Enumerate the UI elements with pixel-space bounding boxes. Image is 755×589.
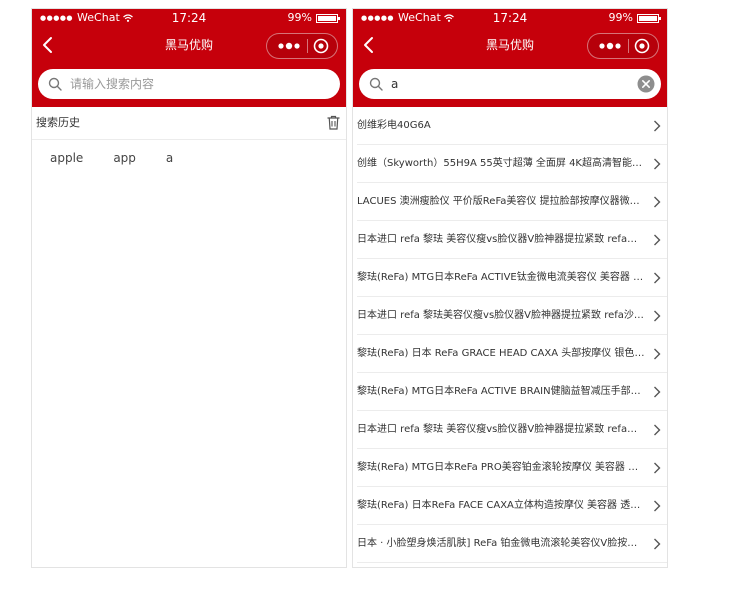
suggestion-item[interactable]: 日本进口 refa 黎珐 美容仪瘦vs脸仪器V脸神器提拉紧致 refa沙龙款 — [357, 221, 667, 259]
chevron-right-icon — [654, 424, 661, 436]
suggestion-text: 创维彩电40G6A — [357, 120, 431, 131]
battery-cap — [338, 16, 340, 20]
status-bar: ●●●●● WeChat 17:24 99% — [353, 9, 667, 27]
chevron-right-icon — [654, 120, 661, 132]
chevron-right-icon — [654, 196, 661, 208]
back-icon[interactable] — [38, 35, 58, 55]
back-icon[interactable] — [359, 35, 379, 55]
search-icon — [48, 77, 62, 91]
more-icon[interactable] — [277, 41, 301, 51]
battery-cap — [659, 16, 661, 20]
suggestion-item[interactable]: 创维（Skyworth）55H9A 55英寸超薄 全面屏 4K超高清智能电视 手… — [357, 145, 667, 183]
chevron-right-icon — [654, 310, 661, 322]
nav-bar: 黑马优购 — [32, 27, 346, 63]
search-box — [359, 69, 661, 99]
history-title: 搜索历史 — [36, 116, 80, 129]
suggestion-text: 创维（Skyworth）55H9A 55英寸超薄 全面屏 4K超高清智能电视 手… — [357, 158, 647, 169]
battery-label: 99% — [608, 11, 633, 24]
clear-icon[interactable] — [637, 75, 655, 93]
suggestion-text: 黎珐(ReFa) 日本 ReFa GRACE HEAD CAXA 头部按摩仪 银… — [357, 348, 647, 359]
suggestion-text: 日本 · 小脸塑身焕活肌肤] ReFa 铂金微电流滚轮美容仪V脸按摩器 — [357, 538, 647, 549]
chevron-right-icon — [654, 272, 661, 284]
chevron-right-icon — [654, 158, 661, 170]
menu-capsule — [587, 33, 659, 59]
history-tag[interactable]: apple — [50, 150, 83, 166]
suggestion-text: 黎珐(ReFa) MTG日本ReFa PRO美容铂金滚轮按摩仪 美容器 银色 — [357, 462, 647, 473]
close-circle-icon[interactable] — [634, 38, 650, 54]
battery-label: 99% — [287, 11, 312, 24]
suggestion-item[interactable]: 黎珐(ReFa) MTG日本ReFa PRO美容铂金滚轮按摩仪 美容器 银色 — [357, 449, 667, 487]
suggestion-item[interactable]: 日本 · 小脸塑身焕活肌肤] ReFa 铂金微电流滚轮美容仪V脸按摩器 — [357, 525, 667, 563]
chevron-right-icon — [654, 500, 661, 512]
search-input[interactable] — [391, 71, 637, 97]
history-header: 搜索历史 — [32, 107, 346, 140]
suggestion-list: 创维彩电40G6A 创维（Skyworth）55H9A 55英寸超薄 全面屏 4K… — [353, 107, 667, 563]
suggestion-item[interactable]: 黎珐(ReFa) MTG日本ReFa ACTIVE钛金微电流美容仪 美容器 提拉… — [357, 259, 667, 297]
menu-capsule — [266, 33, 338, 59]
battery-fill — [639, 15, 657, 21]
search-box — [38, 69, 340, 99]
suggestion-item[interactable]: 日本进口 refa 黎珐美容仪瘦vs脸仪器V脸神器提拉紧致 refa沙龙款 — [357, 297, 667, 335]
chevron-right-icon — [654, 538, 661, 550]
more-icon[interactable] — [598, 41, 622, 51]
history-tag[interactable]: a — [166, 150, 173, 166]
suggestion-item[interactable]: 黎珐(ReFa) 日本ReFa FACE CAXA立体构造按摩仪 美容器 透明蓝 — [357, 487, 667, 525]
suggestion-text: 日本进口 refa 黎珐 美容仪瘦vs脸仪器V脸神器提拉紧致 refa沙龙款 — [357, 234, 647, 245]
header: ●●●●● WeChat 17:24 99% 黑马优购 — [353, 9, 667, 107]
suggestion-text: 日本进口 refa 黎珐 美容仪瘦vs脸仪器V脸神器提拉紧致 refa沙龙款 — [357, 424, 647, 435]
chevron-right-icon — [654, 348, 661, 360]
status-bar: ●●●●● WeChat 17:24 99% — [32, 9, 346, 27]
chevron-right-icon — [654, 462, 661, 474]
phone-screen-history: ●●●●● WeChat 17:24 99% 黑马优购 请输入搜索内容 搜索历史… — [31, 8, 347, 568]
chevron-right-icon — [654, 234, 661, 246]
battery-icon — [637, 13, 661, 23]
close-circle-icon[interactable] — [313, 38, 329, 54]
trash-icon[interactable] — [327, 115, 340, 130]
status-right: 99% — [608, 9, 661, 27]
suggestion-text: 黎珐(ReFa) 日本ReFa FACE CAXA立体构造按摩仪 美容器 透明蓝 — [357, 500, 647, 511]
phone-screen-suggestions: ●●●●● WeChat 17:24 99% 黑马优购 a 创维彩电40G6A … — [352, 8, 668, 568]
suggestion-item[interactable]: 黎珐(ReFa) 日本 ReFa GRACE HEAD CAXA 头部按摩仪 银… — [357, 335, 667, 373]
status-right: 99% — [287, 9, 340, 27]
search-icon — [369, 77, 383, 91]
suggestion-item[interactable]: 日本进口 refa 黎珐 美容仪瘦vs脸仪器V脸神器提拉紧致 refa沙龙款 — [357, 411, 667, 449]
capsule-divider — [628, 39, 629, 53]
battery-fill — [318, 15, 336, 21]
suggestion-item[interactable]: 创维彩电40G6A — [357, 107, 667, 145]
chevron-right-icon — [654, 386, 661, 398]
battery-icon — [316, 13, 340, 23]
history-tag[interactable]: app — [113, 150, 136, 166]
header: ●●●●● WeChat 17:24 99% 黑马优购 — [32, 9, 346, 107]
suggestion-text: 日本进口 refa 黎珐美容仪瘦vs脸仪器V脸神器提拉紧致 refa沙龙款 — [357, 310, 647, 321]
capsule-divider — [307, 39, 308, 53]
suggestion-text: LACUES 澳洲瘦脸仪 平价版ReFa美容仪 提拉脸部按摩仪器微电流V脸神器 — [357, 196, 647, 207]
nav-bar: 黑马优购 — [353, 27, 667, 63]
suggestion-text: 黎珐(ReFa) MTG日本ReFa ACTIVE BRAIN健脑益智减压手部锻… — [357, 386, 647, 397]
search-input[interactable] — [70, 71, 340, 97]
history-tags: apple app a — [32, 140, 346, 166]
suggestion-text: 黎珐(ReFa) MTG日本ReFa ACTIVE钛金微电流美容仪 美容器 提拉… — [357, 272, 647, 283]
suggestion-item[interactable]: 黎珐(ReFa) MTG日本ReFa ACTIVE BRAIN健脑益智减压手部锻… — [357, 373, 667, 411]
suggestion-item[interactable]: LACUES 澳洲瘦脸仪 平价版ReFa美容仪 提拉脸部按摩仪器微电流V脸神器 — [357, 183, 667, 221]
